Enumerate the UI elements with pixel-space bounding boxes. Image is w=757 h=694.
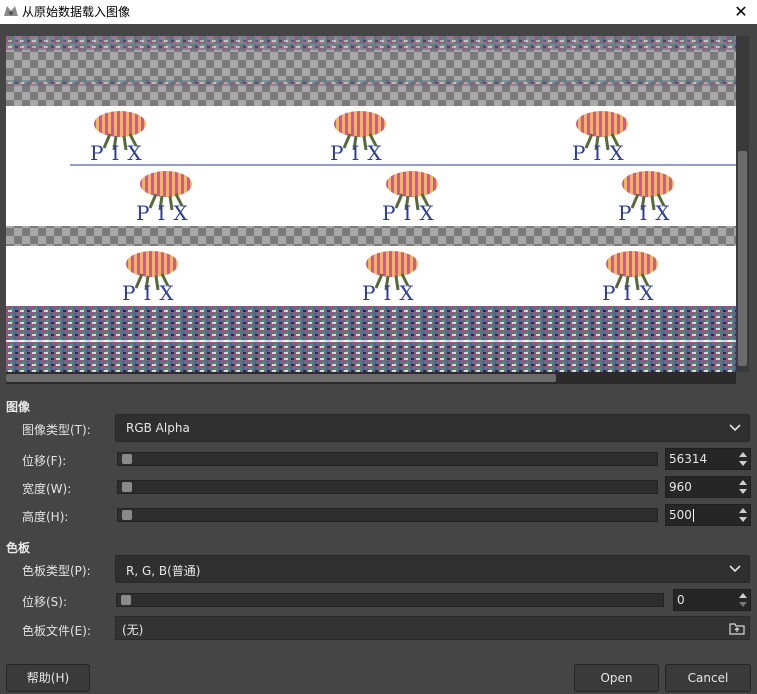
width-stepper[interactable] <box>736 477 750 497</box>
palette-offset-spinbox[interactable]: 0 <box>673 589 751 611</box>
vertical-scroll-thumb[interactable] <box>738 151 747 366</box>
cancel-button[interactable]: Cancel <box>665 664 751 692</box>
window-title: 从原始数据载入图像 <box>22 5 131 19</box>
palette-type-label: 色板类型(P): <box>22 564 91 578</box>
gimp-icon <box>4 6 18 16</box>
palette-file-value: (无) <box>122 623 144 637</box>
height-value: 500 <box>669 508 692 522</box>
text-caret <box>692 509 694 522</box>
palette-section-heading: 色板 <box>6 541 31 555</box>
palette-file-label: 色板文件(E): <box>22 624 91 638</box>
height-slider-handle[interactable] <box>122 510 132 520</box>
palette-offset-stepper[interactable] <box>736 590 750 610</box>
offset-spinbox[interactable]: 56314 <box>665 448 751 470</box>
open-file-icon[interactable] <box>729 621 745 635</box>
offset-value: 56314 <box>669 452 708 466</box>
width-label: 宽度(W): <box>22 482 72 496</box>
offset-slider[interactable] <box>117 452 658 466</box>
preview-vertical-scrollbar[interactable] <box>736 36 749 372</box>
close-icon[interactable]: ✕ <box>725 0 757 24</box>
raw-image-preview[interactable]: PIX <box>6 36 736 372</box>
palette-file-chooser[interactable]: (无) <box>115 616 750 640</box>
width-spinbox[interactable]: 960 <box>665 476 751 498</box>
chevron-down-icon <box>729 565 741 573</box>
title-bar: 从原始数据载入图像 ✕ <box>0 0 757 24</box>
image-type-select[interactable]: RGB Alpha <box>115 414 750 442</box>
offset-stepper[interactable] <box>736 449 750 469</box>
palette-type-value: R, G, B(普通) <box>126 564 201 578</box>
palette-offset-slider-handle[interactable] <box>121 595 131 605</box>
offset-label: 位移(F): <box>22 454 67 468</box>
preview-horizontal-scrollbar[interactable] <box>6 372 736 384</box>
width-slider-handle[interactable] <box>122 482 132 492</box>
horizontal-scroll-thumb[interactable] <box>6 374 556 382</box>
height-stepper[interactable] <box>736 505 750 525</box>
palette-offset-label: 位移(S): <box>22 595 68 609</box>
help-button[interactable]: 帮助(H) <box>6 664 90 692</box>
image-section-heading: 图像 <box>6 400 31 414</box>
open-button[interactable]: Open <box>574 664 659 692</box>
height-spinbox[interactable]: 500 <box>665 504 751 526</box>
width-value: 960 <box>669 480 692 494</box>
offset-slider-handle[interactable] <box>122 454 132 464</box>
width-slider[interactable] <box>117 480 658 494</box>
height-slider[interactable] <box>117 508 658 522</box>
preview-image: PIX <box>6 36 736 372</box>
chevron-down-icon <box>729 424 741 432</box>
palette-offset-slider[interactable] <box>116 593 664 607</box>
image-type-label: 图像类型(T): <box>22 423 91 437</box>
height-label: 高度(H): <box>22 510 69 524</box>
palette-offset-value: 0 <box>677 593 685 607</box>
palette-type-select[interactable]: R, G, B(普通) <box>115 555 750 583</box>
image-type-value: RGB Alpha <box>126 421 190 435</box>
